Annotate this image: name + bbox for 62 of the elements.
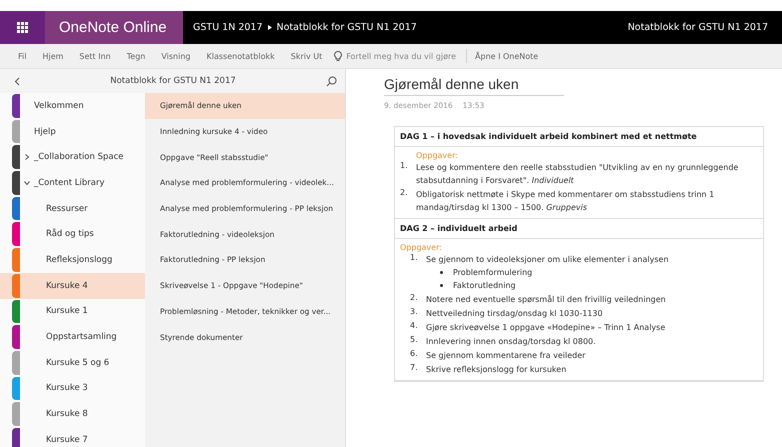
chevron-icon[interactable] bbox=[24, 180, 30, 186]
app-launcher-icon bbox=[17, 22, 28, 33]
list-item-text: Se gjennom kommentarene fra veileder bbox=[426, 350, 586, 362]
ribbon-tab[interactable]: Visning bbox=[153, 52, 198, 60]
ribbon-tab[interactable]: Fil bbox=[10, 52, 34, 60]
breadcrumb-link[interactable]: GSTU 1N 2017 bbox=[193, 22, 263, 33]
list-number: 1. bbox=[400, 161, 409, 172]
lightbulb-icon bbox=[334, 50, 342, 62]
ribbon-tab[interactable]: Skriv Ut bbox=[282, 52, 330, 60]
list-number: 3. bbox=[410, 307, 419, 318]
page-title: Gjøremål denne uken bbox=[384, 76, 564, 96]
section-item[interactable]: Refleksjonslogg bbox=[0, 247, 145, 273]
search-button[interactable] bbox=[326, 76, 337, 86]
list-number: 6. bbox=[410, 349, 419, 360]
table-heading: DAG 2 – individuelt arbeid bbox=[395, 219, 763, 239]
bullet-icon bbox=[440, 284, 443, 287]
ribbon-tab[interactable]: Klassenotatblokk bbox=[198, 52, 283, 60]
tasks-label: Oppgaver: bbox=[400, 243, 443, 252]
section-item[interactable]: Velkommen bbox=[0, 93, 145, 119]
section-item[interactable]: _Content Library bbox=[0, 170, 145, 196]
bullet-item-text: Problemformulering bbox=[453, 267, 532, 279]
section-item[interactable]: Ressurser bbox=[0, 196, 145, 222]
ribbon-tab[interactable]: Tegn bbox=[118, 52, 154, 60]
section-item[interactable]: Kursuke 4 bbox=[0, 272, 145, 298]
list-item-text: Innlevering innen onsdag/torsdag kl 0800. bbox=[426, 336, 596, 348]
list-item-text: Se gjennom to videoleksjoner om ulike elementer i analysen bbox=[426, 254, 669, 266]
navigation-title: Notatblokk for GSTU N1 2017 bbox=[110, 76, 236, 86]
list-number: 1. bbox=[410, 253, 419, 264]
section-item[interactable]: Kursuke 3 bbox=[0, 376, 145, 402]
list-item-text: Notere ned eventuelle spørsmål til den frivillig veiledningen bbox=[426, 294, 666, 306]
section-item[interactable]: Oppstartsamling bbox=[0, 324, 145, 350]
bullet-item-text: Faktorutledning bbox=[453, 280, 516, 292]
chevron-icon[interactable] bbox=[24, 154, 30, 160]
app-name: OneNote Online bbox=[59, 19, 167, 36]
list-number: 7. bbox=[410, 363, 419, 374]
ribbon-tab[interactable]: Sett Inn bbox=[71, 52, 119, 60]
section-item[interactable]: Kursuke 7 bbox=[0, 426, 145, 447]
list-number: 2. bbox=[400, 188, 409, 199]
table-heading: DAG 1 – i hovedsak individuelt arbeid kombinert med et nettmøte bbox=[395, 127, 763, 147]
ribbon-tab[interactable]: Hjem bbox=[34, 52, 72, 60]
list-number: 4. bbox=[410, 321, 419, 332]
list-item-text: Lese og kommentere den reelle stabsstudien "Utvikling av en ny grunnleggende stabsutdanning i Forsvaret". Individuelt bbox=[416, 162, 740, 187]
breadcrumb-link[interactable]: Notatblokk for GSTU N1 2017 bbox=[276, 22, 417, 33]
tasks-label: Oppgaver: bbox=[416, 151, 459, 160]
section-item[interactable]: Kursuke 5 og 6 bbox=[0, 350, 145, 376]
open-in-app-link[interactable]: Åpne I OneNote bbox=[467, 52, 546, 60]
breadcrumb-separator-icon bbox=[268, 25, 272, 30]
list-item-text: Skrive refleksjonslogg for kursuken bbox=[426, 364, 566, 376]
section-item[interactable]: Hjelp bbox=[0, 118, 145, 144]
section-item[interactable]: Kursuke 8 bbox=[0, 401, 145, 427]
section-item[interactable]: Kursuke 1 bbox=[0, 298, 145, 324]
notebook-title: Notatblokk for GSTU N1 2017 bbox=[628, 22, 768, 33]
section-item[interactable]: Råd og tips bbox=[0, 221, 145, 248]
list-item-text: Nettveiledning tirsdag/onsdag kl 1030-1130 bbox=[426, 308, 603, 320]
bullet-icon bbox=[440, 271, 443, 274]
app-launcher-button[interactable] bbox=[0, 11, 45, 44]
list-item-text: Gjøre skriveøvelse 1 oppgave «Hodepine» – Trinn 1 Analyse bbox=[426, 322, 666, 334]
list-number: 2. bbox=[410, 293, 419, 304]
list-item-text: Obligatorisk nettmøte i Skype med kommentarer om stabsstudiens trinn 1 mandag/tirsdag kl 1300 – 1500. Gruppevis bbox=[416, 189, 716, 214]
list-number: 5. bbox=[410, 335, 419, 346]
back-button[interactable] bbox=[14, 76, 20, 86]
section-item[interactable]: _Collaboration Space bbox=[0, 144, 145, 170]
